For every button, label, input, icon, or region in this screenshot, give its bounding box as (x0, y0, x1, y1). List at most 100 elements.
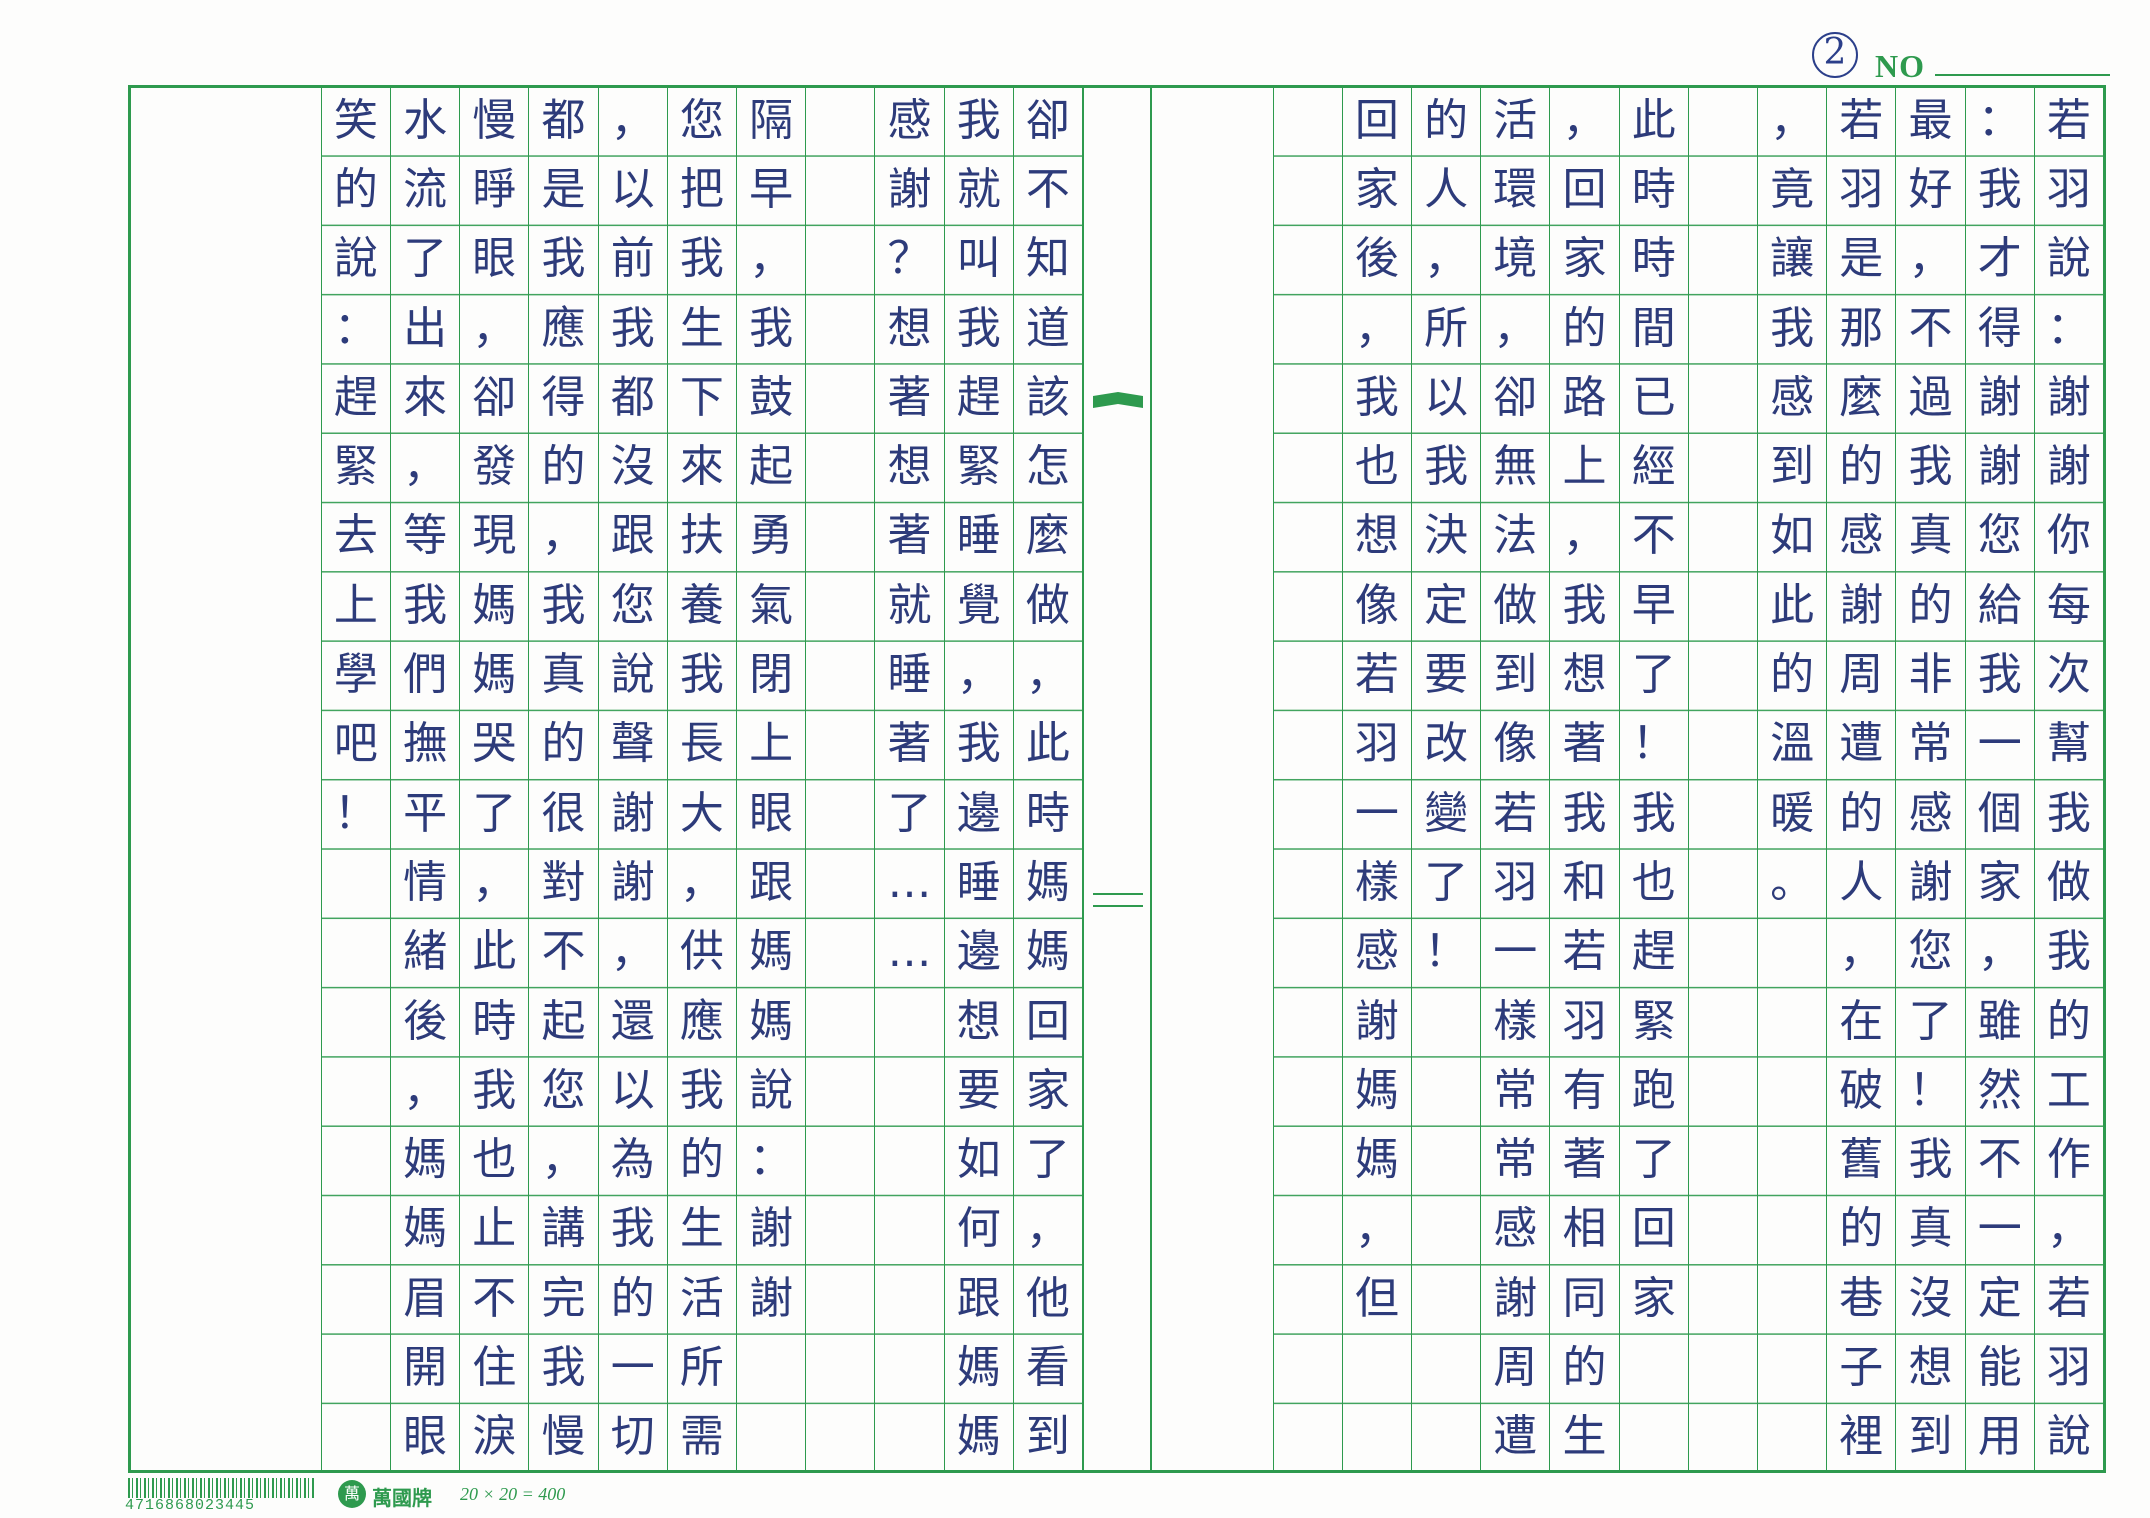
grid-cell: 要 (956, 1064, 1001, 1116)
grid-cell: 經 (1631, 441, 1676, 493)
grid-cell: … (887, 926, 932, 978)
grid-cell: 上 (333, 579, 378, 631)
grid-cell: 和 (1562, 856, 1607, 908)
grid-cell (1274, 779, 1342, 848)
grid-cell: 生 (679, 1203, 724, 1255)
grid-cell: 覺 (956, 579, 1001, 631)
grid-cell: 邊 (956, 926, 1001, 978)
grid-cell: 那 (1839, 302, 1884, 354)
grid-cell: 幫 (2046, 718, 2091, 770)
grid-cell: 的 (541, 441, 586, 493)
grid-cell: 的 (1839, 441, 1884, 493)
grid-cell: 想 (1354, 510, 1399, 562)
grid-cell: 暖 (1770, 787, 1815, 839)
grid-cell: 生 (1562, 1411, 1607, 1463)
grid-cell: 閉 (749, 649, 794, 701)
grid-cell: ： (1977, 94, 2022, 146)
grid-cell: ， (679, 856, 724, 908)
grid-cell: 趕 (333, 371, 378, 423)
grid-cell: 平 (403, 787, 448, 839)
grid-cell (1343, 1333, 1411, 1402)
grid-cell: 跟 (956, 1272, 1001, 1324)
grid-cell: 說 (2046, 1411, 2091, 1463)
grid-cell (806, 1195, 874, 1264)
grid-cell: 出 (403, 302, 448, 354)
grid-cell: 大 (679, 787, 724, 839)
grid-cell: 家 (1977, 856, 2022, 908)
grid-cell: 很 (541, 787, 586, 839)
grid-cell: 的 (1908, 579, 1953, 631)
grid-cell (806, 1264, 874, 1333)
grid-cell: 家 (1562, 233, 1607, 285)
left-page-column: 水流了出來 ， 等我們撫平情緒後 ， 媽媽眉開眼 (390, 86, 460, 1472)
grid-cell (1620, 1333, 1688, 1402)
grid-cell: 了 (1631, 649, 1676, 701)
grid-cell: 撫 (403, 718, 448, 770)
grid-cell: 我 (403, 579, 448, 631)
grid-cell: … (887, 856, 932, 908)
grid-cell: ， (1839, 926, 1884, 978)
right-page-column: ， 竟讓我感到如此的溫暖。 (1757, 86, 1827, 1472)
grid-cell: 謝 (749, 1272, 794, 1324)
grid-cell: 流 (403, 163, 448, 215)
grid-cell: 媽 (749, 995, 794, 1047)
grid-cell: 一 (1493, 926, 1538, 978)
grid-cell: 卻 (1025, 94, 1070, 146)
grid-cell (806, 432, 874, 501)
grid-cell: 一 (1977, 1203, 2022, 1255)
right-page-column: ，回家的路上，我想著我和若羽有著相同的生 (1549, 86, 1619, 1472)
grid-cell: 不 (541, 926, 586, 978)
grid-cell: 我 (2046, 787, 2091, 839)
grid-cell: 回 (1562, 163, 1607, 215)
grid-cell: 時 (1631, 233, 1676, 285)
grid-cell: 真 (1908, 510, 1953, 562)
grid-cell (1274, 710, 1342, 779)
grid-cell: 做 (2046, 856, 2091, 908)
grid-cell (806, 779, 874, 848)
grid-cell: 以 (610, 163, 655, 215)
grid-cell (1758, 987, 1826, 1056)
grid-cell: 變 (1424, 787, 1469, 839)
grid-cell: ！ (1908, 1064, 1953, 1116)
grid-cell: 切 (610, 1411, 655, 1463)
grid-cell: 竟 (1770, 163, 1815, 215)
grid-cell: 若 (1493, 787, 1538, 839)
right-page-column: 最好，不過我真的非常感謝您了！我真沒想到 (1895, 86, 1965, 1472)
grid-cell: 此 (472, 926, 517, 978)
grid-cell: ， (472, 856, 517, 908)
grid-cell (1689, 640, 1757, 709)
grid-cell (1274, 1403, 1342, 1472)
grid-cell: 上 (749, 718, 794, 770)
grid-cell: 慢 (472, 94, 517, 146)
grid-cell: 去 (333, 510, 378, 562)
grid-cell: ， (1562, 94, 1607, 146)
grid-cell: 也 (472, 1134, 517, 1186)
grid-cell: ， (1424, 233, 1469, 285)
grid-cell (1758, 1195, 1826, 1264)
grid-cell: 下 (679, 371, 724, 423)
grid-cell: 起 (749, 441, 794, 493)
grid-cell: 前 (610, 233, 655, 285)
grid-cell (1758, 918, 1826, 987)
grid-cell: 笑 (333, 94, 378, 146)
grid-cell: 睡 (956, 856, 1001, 908)
grid-cell (1758, 1403, 1826, 1472)
grid-cell: 說 (610, 649, 655, 701)
grid-cell: 的 (333, 163, 378, 215)
grid-cell: 沒 (1908, 1272, 1953, 1324)
grid-cell (1689, 1264, 1757, 1333)
left-page-column: 卻不知道該怎麼做 ， 此時媽媽回家了 ， 他看到 (1012, 86, 1082, 1472)
grid-cell: 如 (956, 1134, 1001, 1186)
left-page-column: 都是我應得的，我真的很對不起您，講完我慢 (528, 86, 598, 1472)
grid-cell: 得 (1977, 302, 2022, 354)
grid-cell: 麼 (1025, 510, 1070, 562)
grid-cell: 定 (1424, 579, 1469, 631)
grid-cell: ， (956, 649, 1001, 701)
grid-cell: 發 (472, 441, 517, 493)
grid-cell: ， (2046, 1203, 2091, 1255)
grid-cell: 溫 (1770, 718, 1815, 770)
grid-cell: 巷 (1839, 1272, 1884, 1324)
grid-cell: 講 (541, 1203, 586, 1255)
grid-cell (1689, 779, 1757, 848)
grid-cell: 都 (541, 94, 586, 146)
